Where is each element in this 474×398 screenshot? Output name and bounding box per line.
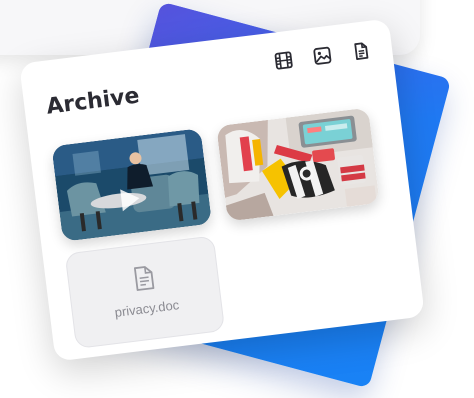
- document-tile[interactable]: privacy.doc: [64, 235, 226, 349]
- image-thumbnail[interactable]: [216, 107, 380, 222]
- video-thumbnail[interactable]: [51, 128, 213, 242]
- shopping-photo: [216, 107, 380, 222]
- document-filter-button[interactable]: [349, 39, 374, 64]
- video-filter-button[interactable]: [271, 48, 296, 73]
- image-filter-button[interactable]: [310, 44, 335, 69]
- film-icon: [274, 51, 293, 70]
- document-filename: privacy.doc: [113, 297, 180, 320]
- scene: Archive privacy.doc: [0, 0, 474, 398]
- file-text-icon: [133, 266, 155, 291]
- image-icon: [313, 46, 332, 65]
- archive-card: Archive privacy.doc: [19, 18, 425, 362]
- archive-title: Archive: [45, 83, 141, 120]
- office-video-photo: [51, 128, 213, 242]
- archive-toolbar: [271, 39, 373, 73]
- file-text-icon: [354, 42, 369, 60]
